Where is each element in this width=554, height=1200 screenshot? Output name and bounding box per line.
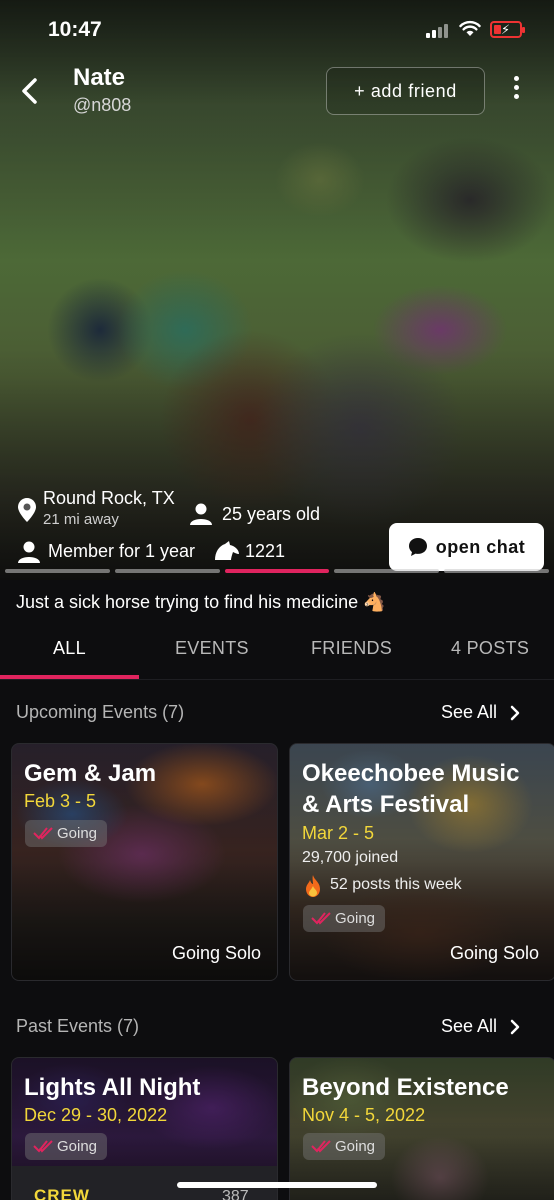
add-friend-button[interactable]: + add friend	[326, 67, 485, 115]
event-card-lights-all-night[interactable]: Lights All Night Dec 29 - 30, 2022 Going…	[11, 1057, 278, 1200]
profile-header: Nate @n808 + add friend	[0, 60, 554, 120]
user-icon	[190, 503, 212, 525]
going-label: Going	[335, 910, 376, 927]
event-date: Dec 29 - 30, 2022	[24, 1105, 168, 1125]
horse-icon	[215, 541, 239, 560]
event-date: Mar 2 - 5	[302, 823, 375, 843]
going-badge: Going	[25, 820, 108, 847]
progress-segment	[5, 569, 110, 573]
tab-all[interactable]: ALL	[53, 638, 86, 659]
checkmark-icon	[311, 1140, 331, 1153]
event-joined-count: 29,700 joined	[302, 849, 399, 866]
event-card-gem-jam[interactable]: Gem & Jam Feb 3 - 5 Going Going Solo	[11, 743, 278, 981]
battery-icon: ⚡	[490, 21, 525, 38]
status-bar: 10:47 ⚡	[0, 0, 554, 60]
past-see-all-link[interactable]: See All	[441, 1016, 497, 1037]
chat-bubble-icon	[408, 538, 427, 556]
open-chat-button[interactable]: open chat	[389, 523, 544, 571]
location-pin-icon	[18, 498, 36, 522]
profile-bio: Just a sick horse trying to find his med…	[16, 592, 386, 612]
status-time: 10:47	[48, 18, 102, 41]
going-badge: Going	[303, 1133, 386, 1160]
crew-count: 387	[222, 1188, 249, 1200]
member-duration: Member for 1 year	[48, 541, 196, 561]
event-card-beyond-existence[interactable]: Beyond Existence Nov 4 - 5, 2022 Going	[289, 1057, 554, 1200]
fire-icon	[306, 875, 320, 897]
profile-age: 25 years old	[222, 504, 321, 524]
event-posts-count: 52 posts this week	[330, 876, 462, 893]
going-label: Going	[335, 1138, 376, 1155]
progress-segment-active	[224, 569, 330, 573]
event-title-line2: & Arts Festival	[302, 791, 470, 818]
checkmark-icon	[33, 1140, 53, 1153]
tab-friends[interactable]: FRIENDS	[311, 638, 392, 659]
progress-segment	[334, 569, 440, 573]
chevron-right-icon[interactable]	[509, 705, 521, 721]
event-date: Feb 3 - 5	[24, 791, 97, 811]
event-title: Beyond Existence	[302, 1074, 509, 1101]
profile-handle: @n808	[73, 95, 132, 115]
profile-tabs: ALL EVENTS FRIENDS 4 POSTS	[0, 630, 554, 680]
going-solo-label: Going Solo	[449, 943, 539, 963]
wifi-icon	[459, 20, 481, 36]
home-indicator[interactable]	[177, 1182, 377, 1188]
event-title: Gem & Jam	[24, 760, 157, 787]
location-distance: 21 mi away	[43, 511, 119, 528]
profile-name: Nate	[73, 64, 126, 91]
going-badge: Going	[303, 905, 386, 932]
user-icon	[18, 541, 40, 563]
checkmark-icon	[311, 912, 331, 925]
upcoming-see-all-link[interactable]: See All	[441, 702, 497, 723]
upcoming-events-title: Upcoming Events (7)	[16, 702, 185, 722]
event-title-line1: Okeechobee Music	[302, 760, 520, 787]
progress-segment	[114, 569, 220, 573]
tab-events[interactable]: EVENTS	[175, 638, 249, 659]
cell-signal-icon	[426, 24, 452, 38]
event-date: Nov 4 - 5, 2022	[302, 1105, 426, 1125]
back-chevron-icon[interactable]	[16, 74, 46, 108]
horse-count: 1221	[245, 541, 286, 561]
checkmark-icon	[33, 827, 53, 840]
going-label: Going	[57, 1138, 98, 1155]
progress-segment	[444, 569, 549, 573]
past-events-title: Past Events (7)	[16, 1016, 140, 1036]
chevron-right-icon[interactable]	[509, 1019, 521, 1035]
active-tab-indicator	[0, 675, 139, 679]
open-chat-label: open chat	[435, 536, 526, 557]
tab-posts[interactable]: 4 POSTS	[451, 638, 529, 659]
location-city: Round Rock, TX	[43, 488, 175, 508]
photo-progress-indicator	[5, 569, 549, 573]
going-label: Going	[57, 825, 98, 842]
going-badge: Going	[25, 1133, 108, 1160]
event-card-okeechobee[interactable]: Okeechobee Music & Arts Festival Mar 2 -…	[289, 743, 554, 981]
going-solo-label: Going Solo	[171, 943, 261, 963]
event-title: Lights All Night	[24, 1074, 201, 1101]
crew-label: CREW	[34, 1186, 90, 1200]
more-vertical-icon[interactable]	[508, 74, 524, 106]
